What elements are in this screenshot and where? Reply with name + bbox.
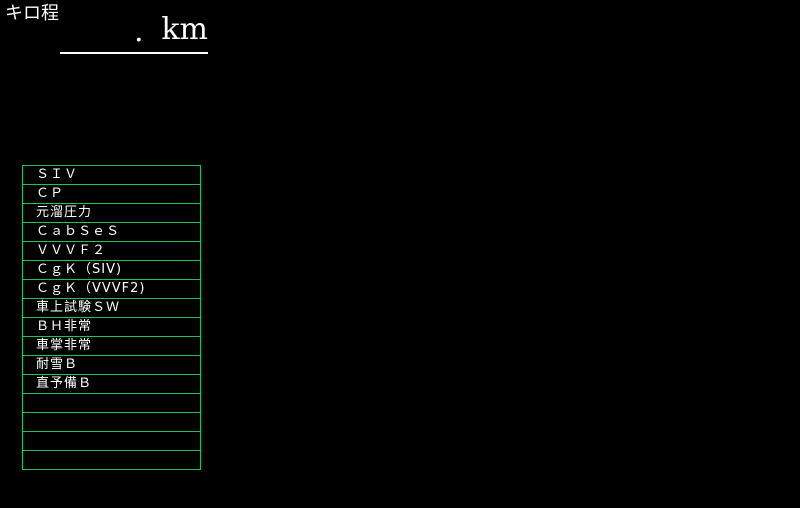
kilo-label: キロ程	[5, 3, 59, 24]
status-cell: ＣａｂＳｅＳ	[22, 222, 201, 242]
status-cell	[22, 431, 201, 451]
table-row: ＣｇＫ（SIV)	[22, 260, 201, 280]
status-cell	[22, 393, 201, 413]
status-cell: ＣｇＫ（VVVF2)	[22, 279, 201, 299]
kilo-decimal-point: .	[134, 14, 144, 49]
table-row: ＣａｂＳｅＳ	[22, 222, 201, 242]
status-cell: 直予備Ｂ	[22, 374, 201, 394]
table-row: 耐雪Ｂ	[22, 355, 201, 375]
status-cell	[22, 412, 201, 432]
status-cell: 耐雪Ｂ	[22, 355, 201, 375]
table-row	[22, 450, 201, 470]
status-table: ＳＩＶ ＣＰ 元溜圧力 ＣａｂＳｅＳ ＶＶＶＦ２ ＣｇＫ（SIV) ＣｇＫ（VV…	[22, 165, 201, 470]
status-cell: ＶＶＶＦ２	[22, 241, 201, 261]
table-row	[22, 393, 201, 413]
table-row: ＢＨ非常	[22, 317, 201, 337]
table-row: ＶＶＶＦ２	[22, 241, 201, 261]
status-cell: 元溜圧力	[22, 203, 201, 223]
status-cell: ＢＨ非常	[22, 317, 201, 337]
table-row: 車上試験ＳＷ	[22, 298, 201, 318]
table-row	[22, 412, 201, 432]
table-row: ＣｇＫ（VVVF2)	[22, 279, 201, 299]
table-row: ＣＰ	[22, 184, 201, 204]
table-row: 元溜圧力	[22, 203, 201, 223]
table-row: 直予備Ｂ	[22, 374, 201, 394]
table-row: 車掌非常	[22, 336, 201, 356]
status-cell	[22, 450, 201, 470]
status-cell: 車上試験ＳＷ	[22, 298, 201, 318]
status-cell: ＣＰ	[22, 184, 201, 204]
table-row	[22, 431, 201, 451]
table-row: ＳＩＶ	[22, 165, 201, 185]
kilo-value-field: . km	[60, 10, 208, 54]
status-cell: ＣｇＫ（SIV)	[22, 260, 201, 280]
status-cell: 車掌非常	[22, 336, 201, 356]
kilo-unit: km	[161, 12, 208, 47]
status-cell: ＳＩＶ	[22, 165, 201, 185]
